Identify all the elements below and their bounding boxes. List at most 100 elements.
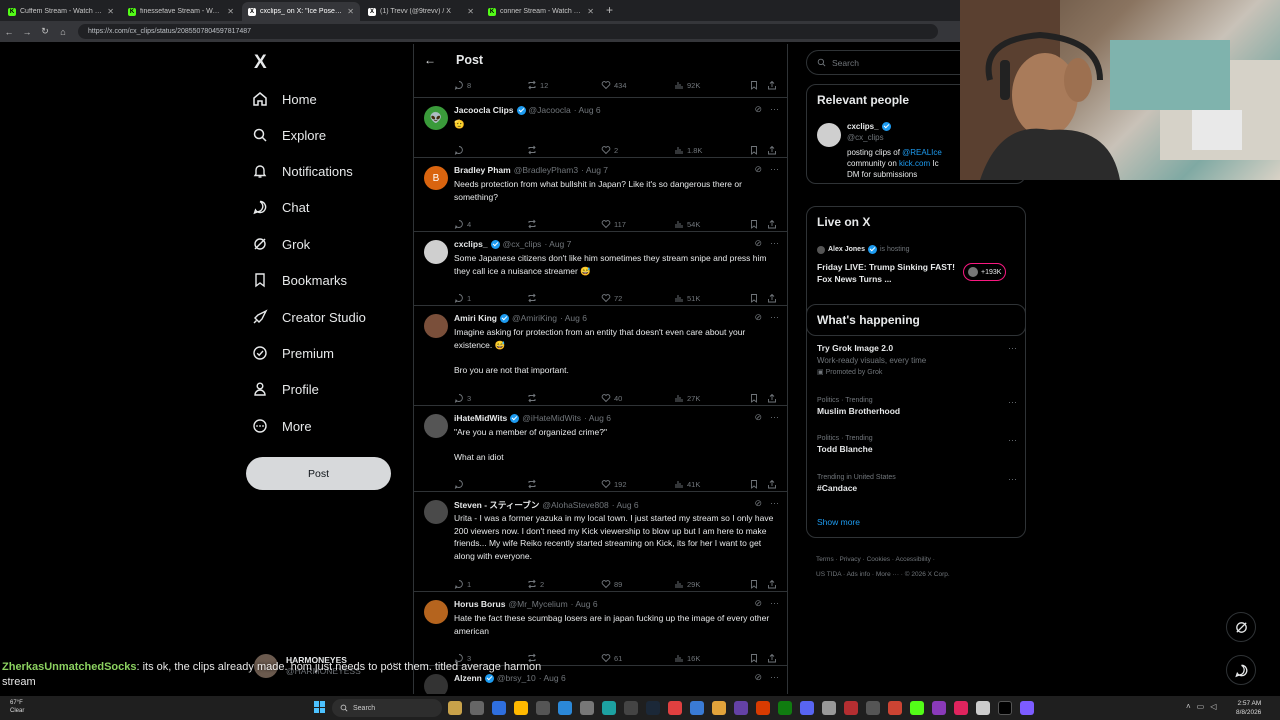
bookmark-button[interactable] xyxy=(749,579,759,589)
views-button[interactable]: 27K xyxy=(674,393,700,403)
nav-item-bookmarks[interactable]: Bookmarks xyxy=(252,269,347,291)
author-handle[interactable]: @iHateMidWits xyxy=(522,413,581,423)
x-logo[interactable]: X xyxy=(254,52,267,74)
more-icon[interactable]: ··· xyxy=(1008,474,1017,484)
more-icon[interactable]: ··· xyxy=(770,672,779,683)
app-icon[interactable] xyxy=(448,701,462,715)
app-icon[interactable] xyxy=(932,701,946,715)
close-icon[interactable]: ✕ xyxy=(587,7,594,16)
like-button[interactable]: 2 xyxy=(601,145,618,155)
grok-explain-icon[interactable]: ⊘ xyxy=(754,672,762,683)
repost-button[interactable]: 12 xyxy=(527,80,548,90)
author-handle[interactable]: @cx_clips xyxy=(503,239,542,249)
footer-link[interactable]: Privacy xyxy=(839,556,860,563)
more-icon[interactable]: ··· xyxy=(1008,397,1017,407)
app-icon[interactable] xyxy=(866,701,880,715)
tweet-date[interactable]: · Aug 6 xyxy=(584,413,611,423)
author-name[interactable]: Amiri King xyxy=(454,313,497,323)
avatar[interactable] xyxy=(424,314,448,338)
reply-button[interactable]: 1 xyxy=(454,579,471,589)
app-icon[interactable] xyxy=(910,701,924,715)
tweet[interactable]: iHateMidWits @iHateMidWits · Aug 6 ⊘ ··· "Are… xyxy=(414,406,787,492)
tweet[interactable]: Amiri King @AmiriKing · Aug 6 ⊘ ··· Imagine a… xyxy=(414,306,787,406)
tweet[interactable]: 👽 Jacoocla Clips @Jacoocla · Aug 6 ⊘ ··· 🫡 2 1.8… xyxy=(414,98,787,158)
avatar[interactable] xyxy=(817,123,841,147)
share-button[interactable] xyxy=(767,653,777,663)
avatar[interactable] xyxy=(424,414,448,438)
app-icon[interactable] xyxy=(690,701,704,715)
views-button[interactable]: 92K xyxy=(674,80,700,90)
xbox-icon[interactable] xyxy=(778,701,792,715)
tweet-date[interactable]: · Aug 7 xyxy=(544,239,571,249)
trend-item[interactable]: Politics · Trending Muslim Brotherhood ·… xyxy=(817,397,1017,416)
trend-item[interactable]: Trending in United States #Candace ··· xyxy=(817,474,1017,493)
url-field[interactable]: https://x.com/cx_clips/status/2085507804… xyxy=(78,24,938,39)
chrome-icon[interactable] xyxy=(712,701,726,715)
views-button[interactable]: 54K xyxy=(674,219,700,229)
show-more-link[interactable]: Show more xyxy=(817,517,860,527)
bookmark-button[interactable] xyxy=(749,145,759,155)
views-button[interactable]: 51K xyxy=(674,293,700,303)
folder-icon[interactable] xyxy=(514,701,528,715)
reload-icon[interactable]: ↻ xyxy=(36,26,54,37)
footer-link[interactable]: Terms xyxy=(816,556,834,563)
app-icon[interactable] xyxy=(668,701,682,715)
footer-link[interactable]: Accessibility xyxy=(895,556,930,563)
share-button[interactable] xyxy=(767,393,777,403)
repost-button[interactable]: 2 xyxy=(527,579,544,589)
tweet[interactable]: cxclips_ @cx_clips · Aug 7 ⊘ ··· Some Japanes… xyxy=(414,232,787,306)
trend-item[interactable]: Politics · Trending Todd Blanche ··· xyxy=(817,435,1017,454)
nav-item-grok[interactable]: Grok xyxy=(252,233,310,255)
author-name[interactable]: Bradley Pham xyxy=(454,165,511,175)
bookmark-button[interactable] xyxy=(749,80,759,90)
app-icon[interactable] xyxy=(954,701,968,715)
author-handle[interactable]: @Jacoocla xyxy=(529,105,571,115)
bookmark-button[interactable] xyxy=(749,653,759,663)
tweet-date[interactable]: · Aug 6 xyxy=(539,673,566,683)
browser-tab[interactable]: Kfinessefave Stream - Watch Li ✕ xyxy=(122,2,240,21)
share-button[interactable] xyxy=(767,219,777,229)
more-icon[interactable]: ··· xyxy=(1008,435,1017,445)
share-button[interactable] xyxy=(767,293,777,303)
reply-button[interactable] xyxy=(454,145,467,155)
new-tab-button[interactable]: + xyxy=(606,2,613,21)
views-button[interactable]: 41K xyxy=(674,479,700,489)
repost-button[interactable] xyxy=(527,393,540,403)
back-arrow-icon[interactable]: ← xyxy=(414,53,446,67)
chevron-up-icon[interactable]: ˄ xyxy=(1186,702,1191,711)
forward-icon[interactable]: → xyxy=(18,27,36,37)
author-name[interactable]: cxclips_ xyxy=(454,239,488,249)
bio-url-link[interactable]: kick.com xyxy=(899,159,930,168)
more-icon[interactable]: ··· xyxy=(770,598,779,609)
tweet[interactable]: B Bradley Pham @BradleyPham3 · Aug 7 ⊘ ··· Nee… xyxy=(414,158,787,232)
tweet[interactable]: Horus Borus @Mr_Mycelium · Aug 6 ⊘ ··· Hate t… xyxy=(414,592,787,666)
views-button[interactable]: 16K xyxy=(674,653,700,663)
taskbar-search[interactable]: Search xyxy=(332,699,442,717)
app-icon[interactable] xyxy=(536,701,550,715)
close-icon[interactable]: ✕ xyxy=(467,7,474,16)
tweet-date[interactable]: · Aug 6 xyxy=(571,599,598,609)
repost-button[interactable] xyxy=(527,145,540,155)
author-handle[interactable]: @Mr_Mycelium xyxy=(508,599,567,609)
close-icon[interactable]: ✕ xyxy=(347,7,354,16)
trend-promo[interactable]: Try Grok Image 2.0 Work-ready visuals, e… xyxy=(817,343,1017,376)
close-icon[interactable]: ✕ xyxy=(227,7,234,16)
app-icon[interactable] xyxy=(1020,701,1034,715)
weather-widget[interactable]: 67°F Clear xyxy=(10,699,24,715)
live-headline[interactable]: Friday LIVE: Trump Sinking FAST! Fox New… xyxy=(817,261,957,285)
author-handle[interactable]: @AmiriKing xyxy=(512,313,557,323)
like-button[interactable]: 434 xyxy=(601,80,627,90)
nav-item-explore[interactable]: Explore xyxy=(252,124,326,146)
app-icon[interactable] xyxy=(734,701,748,715)
bookmark-button[interactable] xyxy=(749,293,759,303)
share-button[interactable] xyxy=(767,479,777,489)
app-icon[interactable] xyxy=(976,701,990,715)
footer-link[interactable]: Cookies xyxy=(867,556,890,563)
more-icon[interactable]: ··· xyxy=(770,238,779,249)
browser-tab-active[interactable]: Xcxclips_ on X: "Ice Poseidon meet ✕ xyxy=(242,2,360,21)
app-icon[interactable] xyxy=(492,701,506,715)
author-name[interactable]: iHateMidWits xyxy=(454,413,507,423)
nav-item-home[interactable]: Home xyxy=(252,88,317,110)
like-button[interactable]: 192 xyxy=(601,479,627,489)
more-icon[interactable]: ··· xyxy=(770,312,779,323)
